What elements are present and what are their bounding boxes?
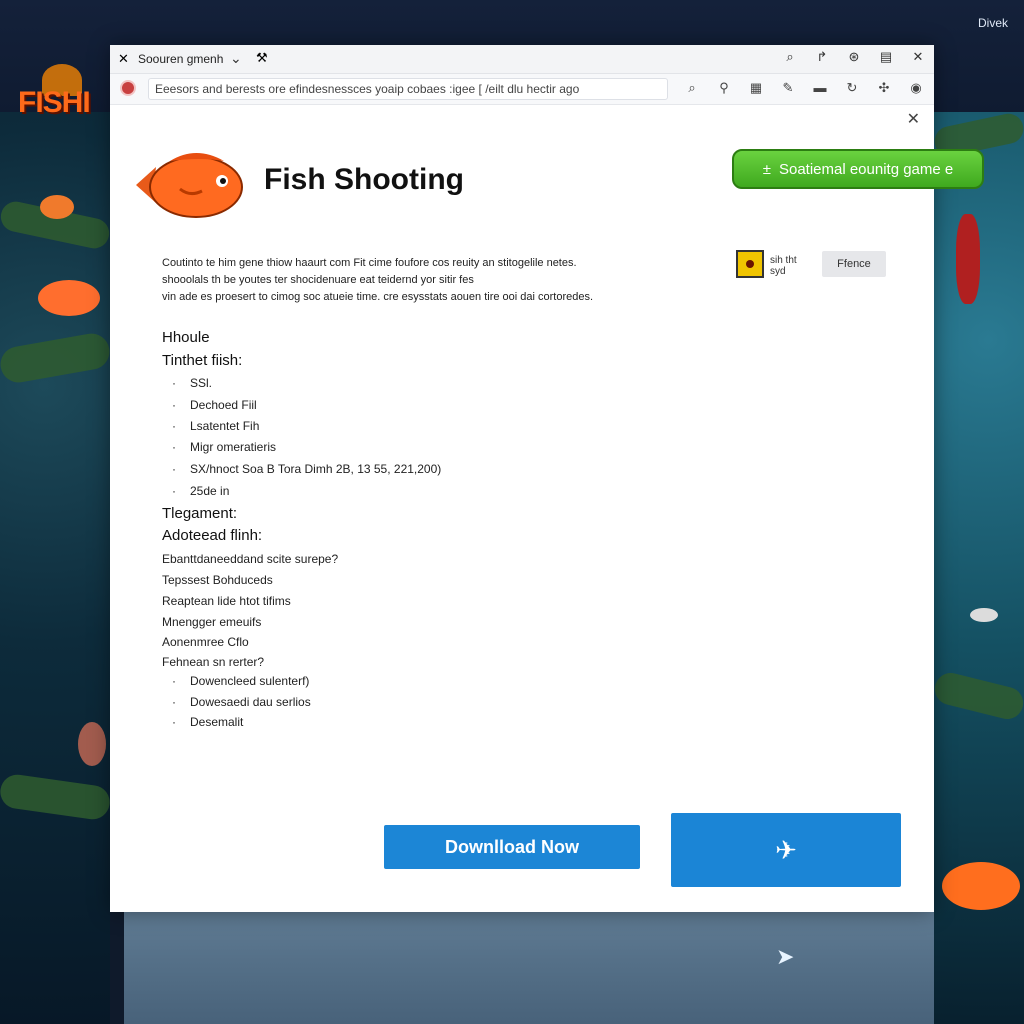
address-input[interactable] xyxy=(148,78,668,100)
promo-game-button-label: Soatiemal eounitg game e xyxy=(778,160,954,178)
window-reflection xyxy=(124,912,934,1024)
description-line: vin ade es proesert to cimog soc atueie … xyxy=(162,291,594,303)
launch-button[interactable]: ✈ xyxy=(671,813,901,887)
fish-logo: FISHI xyxy=(18,64,98,134)
list-item: Dowencleed sulenterf) xyxy=(190,674,310,688)
logo-text: FISHI xyxy=(18,86,91,119)
search-icon[interactable]: ⌕ xyxy=(684,80,700,96)
edit-icon[interactable]: ✎ xyxy=(780,80,796,96)
app-title: Fish Shooting xyxy=(264,163,464,196)
plus-icon: ± xyxy=(762,160,771,178)
fish-icon xyxy=(956,214,980,304)
list-item: Ebanttdaneeddand scite surepe? xyxy=(162,552,339,566)
top-right-label: Divek xyxy=(977,16,1008,30)
bullet: · xyxy=(172,440,176,454)
section-heading: Hhoule xyxy=(162,329,210,346)
clipboard-icon[interactable]: ▤ xyxy=(878,49,894,65)
bullet: · xyxy=(172,674,176,688)
close-icon[interactable]: ✕ xyxy=(907,109,920,129)
bullet: · xyxy=(172,715,176,729)
description-line: Coutinto te him gene thiow haaurt com Fi… xyxy=(162,257,577,269)
fish-icon xyxy=(78,722,106,766)
close-window-icon[interactable]: ✕ xyxy=(910,49,926,65)
description: Coutinto te him gene thiow haaurt com Fi… xyxy=(162,255,622,306)
fence-button[interactable]: Ffence xyxy=(822,251,886,277)
promo-game-button[interactable]: ± Soatiemal eounitg game e xyxy=(732,149,984,189)
search-icon[interactable]: ⌕ xyxy=(782,49,798,65)
title-bar: ✕ Soouren gmenh ⌄ ⚒ ⌕ ↱ ⊛ ▤ ✕ xyxy=(110,45,934,74)
section-heading: Tlegament: xyxy=(162,505,238,522)
side-label: sih tht syd xyxy=(770,255,797,277)
palette-icon[interactable]: ◉ xyxy=(908,80,924,96)
address-bar: ⌕ ⚲ ▦ ✎ ▬ ↻ ✣ ◉ xyxy=(110,74,934,105)
chevron-down-icon[interactable]: ⌄ xyxy=(230,50,242,67)
fish-icon xyxy=(136,153,243,218)
description-line: shooolals th be youtes ter shocidenuare … xyxy=(162,274,474,286)
pin-icon[interactable]: ⚲ xyxy=(716,80,732,96)
list-item: SSl. xyxy=(190,376,213,390)
window-title: Soouren gmenh xyxy=(138,52,224,66)
plane-icon: ✈ xyxy=(775,834,797,865)
site-icon xyxy=(120,80,136,96)
list-item: Migr omeratieris xyxy=(190,440,277,454)
pinwheel-icon[interactable]: ✣ xyxy=(876,80,892,96)
list-item: Fehnean sn rerter? xyxy=(162,655,265,669)
bullet: · xyxy=(172,398,176,412)
section-heading: Adoteead flinh: xyxy=(162,527,263,544)
arrow-icon: ➤ xyxy=(776,944,795,969)
list-item: Aonenmree Cflo xyxy=(162,635,249,649)
coin-icon xyxy=(736,250,764,278)
background-left-underwater xyxy=(0,112,110,1024)
app-window: ✕ Soouren gmenh ⌄ ⚒ ⌕ ↱ ⊛ ▤ ✕ ⌕ ⚲ ▦ ✎ ▬ … xyxy=(110,45,984,912)
media-icon[interactable]: ▬ xyxy=(812,80,828,96)
settings-icon[interactable]: ⊛ xyxy=(846,49,862,65)
address-tools: ⌕ ⚲ ▦ ✎ ▬ ↻ ✣ ◉ xyxy=(684,80,924,96)
fish-icon xyxy=(40,195,74,219)
bullet: · xyxy=(172,484,176,498)
list-item: Lsatentet Fih xyxy=(190,419,260,433)
title-bar-controls: ⌕ ↱ ⊛ ▤ ✕ xyxy=(782,49,926,65)
bullet: · xyxy=(172,462,176,476)
share-icon[interactable]: ↱ xyxy=(814,49,830,65)
fish-icon xyxy=(942,862,1020,910)
tools-icon[interactable]: ⚒ xyxy=(256,50,268,66)
grid-icon[interactable]: ▦ xyxy=(748,80,764,96)
bullet: · xyxy=(172,419,176,433)
download-now-button[interactable]: Downlload Now xyxy=(384,825,640,869)
section-heading: Tinthet fiish: xyxy=(162,352,243,369)
list-item: Tepssest Bohduceds xyxy=(162,573,273,587)
refresh-icon[interactable]: ↻ xyxy=(844,80,860,96)
list-item: 25de in xyxy=(190,484,230,498)
fish-icon xyxy=(38,280,100,316)
app-icon: ✕ xyxy=(118,51,129,66)
list-item: Dowesaedi dau serlios xyxy=(190,695,311,709)
list-item: Mnengger emeuifs xyxy=(162,615,262,629)
fish-icon xyxy=(970,608,998,622)
list-item: SX/hnoct Soa B Tora Dimh 2B, 13 55, 221,… xyxy=(190,462,442,476)
list-item: Dechoed Fiil xyxy=(190,398,257,412)
list-item: Desemalit xyxy=(190,715,244,729)
bullet: · xyxy=(172,695,176,709)
bullet: · xyxy=(172,376,176,390)
list-item: Reaptean lide htot tifims xyxy=(162,594,291,608)
